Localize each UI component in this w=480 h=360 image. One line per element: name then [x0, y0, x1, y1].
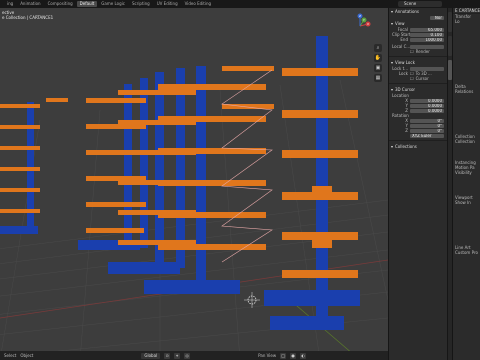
tab-compositing[interactable]: Compositing [45, 1, 76, 7]
status-bar: Select Object Global ⊙ ⌖ ◎ Pan View ◯ ● … [0, 351, 388, 360]
scene-selector[interactable]: Scene [398, 1, 442, 7]
shading-wireframe-icon[interactable]: ◯ [280, 352, 287, 359]
gizmo-z-label: Z [359, 14, 361, 18]
tab-default[interactable]: Default [76, 1, 98, 7]
proportional-edit-icon[interactable]: ◎ [184, 352, 191, 359]
collections-panel-header[interactable]: Collections [389, 143, 447, 150]
gizmo-y-label: Y [363, 18, 365, 22]
cursor-location-x[interactable]: 0.0000 [410, 98, 444, 103]
tab-uv-editing[interactable]: UV Editing [154, 1, 181, 7]
render-region-label: Render [415, 49, 430, 54]
navigation-gizmo[interactable]: X Y Z [346, 12, 380, 42]
annotations-panel-header[interactable]: Annotations [389, 8, 447, 15]
render-region-checkbox[interactable]: ☐ [410, 49, 414, 54]
cursor-location-z[interactable]: 0.0000 [410, 108, 444, 113]
viewport-info: ective e Collection | CARTANCE1 [2, 10, 53, 20]
viewport-sidebar: Annotations Nor View Focal65.000 Clip St… [388, 8, 447, 360]
3d-cursor-panel-header[interactable]: 3D Cursor [389, 86, 447, 93]
properties-custom-props-header[interactable]: Custom Pro [453, 250, 480, 255]
clip-end-field[interactable]: 1000.00 [410, 37, 444, 42]
lock-to-object-field[interactable] [410, 66, 444, 71]
view-lock-panel-header[interactable]: View Lock [389, 59, 447, 66]
status-select-hint: Select [4, 353, 17, 358]
rotation-mode-select[interactable]: XYZ Euler [410, 133, 444, 138]
clip-end-label: End [400, 37, 408, 42]
viewport-scene [0, 36, 388, 360]
shading-material-icon[interactable]: ◐ [300, 352, 307, 359]
rack-far [0, 98, 68, 234]
tab-modeling[interactable]: ing [4, 1, 16, 7]
snap-icon[interactable]: ⌖ [174, 352, 181, 359]
cursor-rotation-x[interactable]: 0° [410, 118, 444, 123]
tab-video-editing[interactable]: Video Editing [182, 1, 214, 7]
gizmo-x-label: X [367, 22, 369, 26]
tab-animation[interactable]: Animation [17, 1, 43, 7]
status-object-mode: Object [20, 353, 34, 358]
pan-hand-icon[interactable]: ✋ [374, 54, 382, 62]
focal-field[interactable]: 65.000 [410, 27, 444, 32]
status-pan-hint: Pan View [258, 353, 277, 358]
lock-camera-checkbox[interactable]: ☐ [410, 76, 414, 81]
tab-game-logic[interactable]: Game Logic [98, 1, 128, 7]
local-camera-label: Local C... [392, 44, 411, 49]
3d-cursor[interactable] [244, 292, 260, 308]
grid-icon[interactable]: ▦ [374, 74, 382, 82]
cursor-rotation-y[interactable]: 0° [410, 123, 444, 128]
3d-viewport[interactable]: ective e Collection | CARTANCE1 X Y Z ⌕ … [0, 8, 388, 360]
rack-2 [78, 78, 148, 250]
lock-camera-label: Cursor [415, 76, 429, 81]
tab-scripting[interactable]: Scripting [129, 1, 153, 7]
camera-icon[interactable]: ▣ [374, 64, 382, 72]
local-camera-field[interactable] [410, 44, 444, 49]
pivot-icon[interactable]: ⊙ [164, 352, 171, 359]
annotations-value[interactable]: Nor [430, 15, 444, 20]
shading-solid-icon[interactable]: ● [290, 352, 297, 359]
lock-label: Lock [398, 71, 408, 76]
viewport-collection-label: e Collection | CARTANCE1 [2, 15, 54, 20]
view-panel-header[interactable]: View [389, 20, 447, 27]
clip-start-field[interactable]: 0.100 [410, 32, 444, 37]
cursor-location-y[interactable]: 0.0000 [410, 103, 444, 108]
properties-panel: E CARTANCE Transfor Lo Delta Relations C… [452, 8, 480, 360]
rack-front [264, 36, 360, 330]
zoom-icon[interactable]: ⌕ [374, 44, 382, 52]
cursor-rotation-z[interactable]: 0° [410, 128, 444, 133]
transform-orientation-select[interactable]: Global [141, 352, 161, 359]
